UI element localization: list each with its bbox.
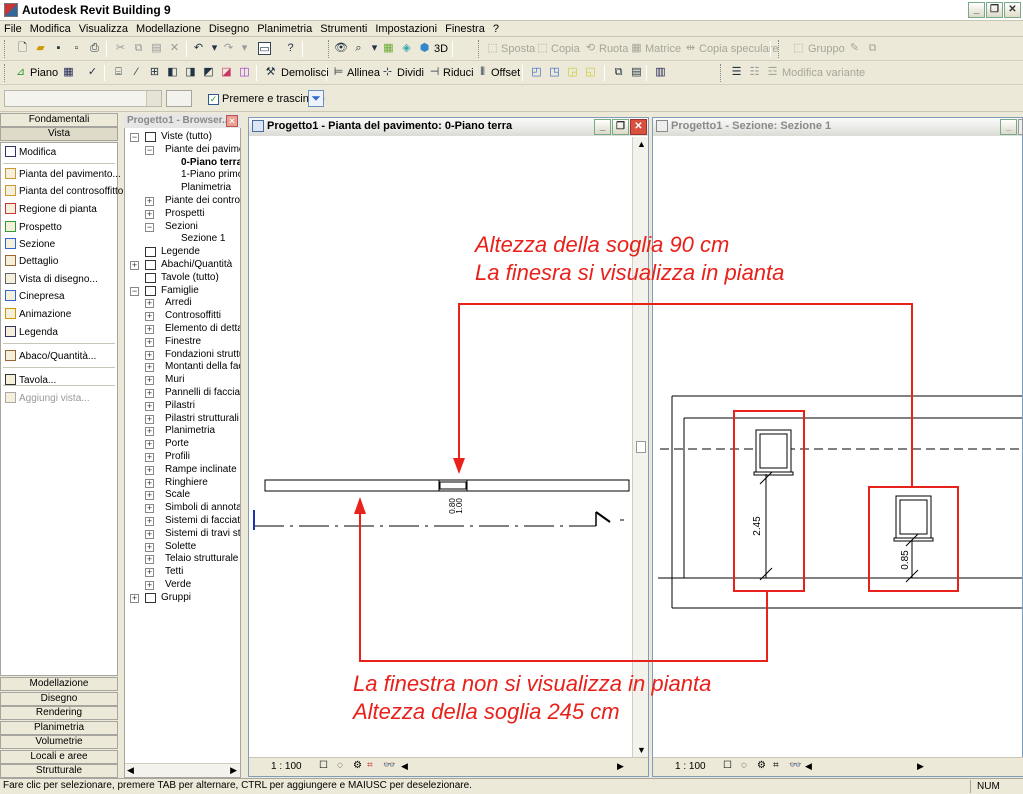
svg-text:2.45: 2.45 — [752, 516, 763, 536]
status-text: Fare clic per selezionare, premere TAB p… — [3, 780, 472, 791]
section-geometry[interactable] — [658, 395, 1022, 609]
annotation-top-line1: Altezza della soglia 90 cm — [475, 232, 730, 257]
arrow-down-head — [453, 458, 465, 474]
annotation-bottom-line2: Altezza della soglia 245 cm — [353, 699, 620, 724]
plan-wall[interactable] — [264, 479, 630, 492]
svg-text:0.85: 0.85 — [900, 550, 911, 570]
section-window-upper[interactable]: 2.45 — [752, 429, 794, 581]
status-bar: Fare clic per selezionare, premere TAB p… — [0, 778, 1023, 794]
plan-section-line[interactable] — [253, 510, 624, 530]
arrow-up-head — [354, 497, 366, 514]
section-window-lower[interactable]: 0.85 — [893, 495, 934, 583]
svg-text:1.00: 1.00 — [455, 498, 464, 514]
plan-window-dimension: 0.80 1.00 — [448, 498, 464, 514]
num-lock-indicator: NUM — [970, 780, 1020, 793]
annotation-top-line2: La finesra si visualizza in pianta — [475, 260, 785, 285]
annotation-bottom-line1: La finestra non si visualizza in pianta — [353, 671, 712, 696]
